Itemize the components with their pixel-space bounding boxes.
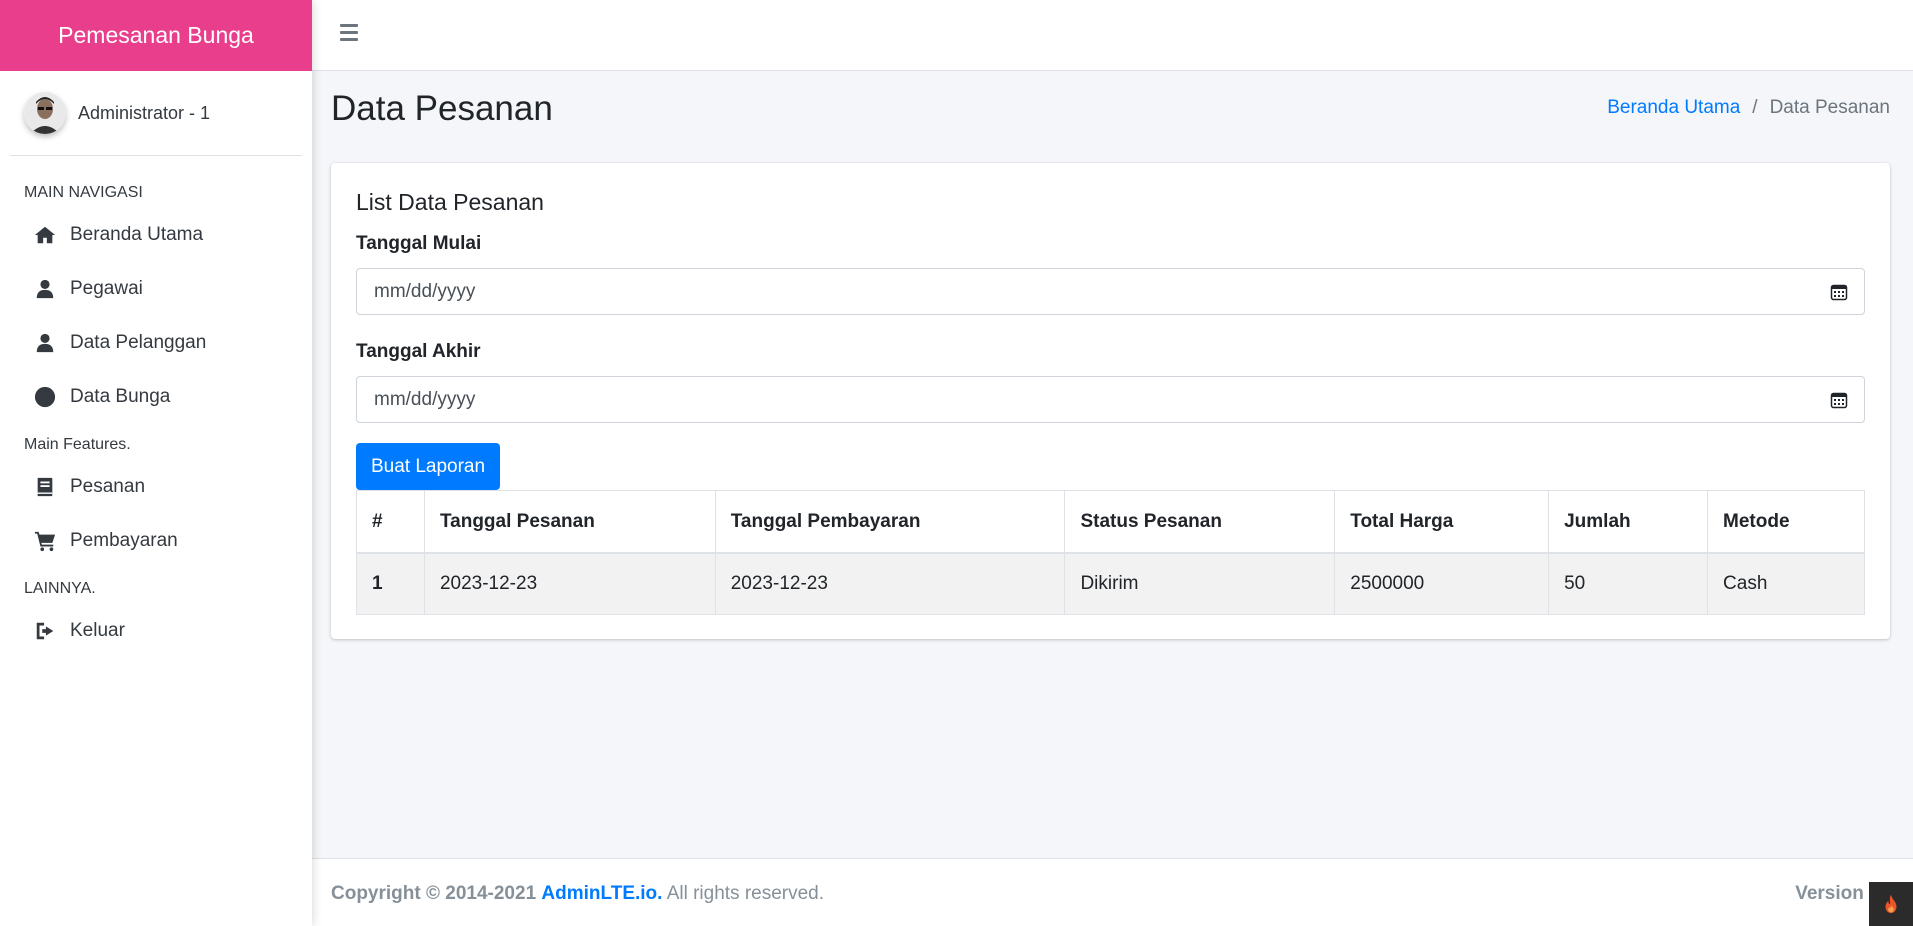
sidebar-item-label: Pesanan [70, 476, 146, 497]
circle-icon [34, 386, 56, 408]
column-header[interactable]: # [356, 490, 425, 554]
sidebar-item-pegawai[interactable]: Pegawai [0, 262, 312, 316]
sidebar-item-beranda-utama[interactable]: Beranda Utama [0, 208, 312, 262]
sidebar-item-label: Data Bunga [70, 386, 171, 407]
table-header-row: # Tanggal Pesanan Tanggal Pembayaran Sta… [356, 490, 1865, 554]
avatar [24, 92, 66, 134]
footer: Copyright © 2014-2021 AdminLTE.io. All r… [312, 858, 1913, 926]
user-icon [34, 332, 56, 354]
sidebar-item-label: Keluar [70, 620, 125, 641]
sidebar-item-label: Data Pelanggan [70, 332, 207, 353]
sidebar-item-data-bunga[interactable]: Data Bunga [0, 370, 312, 424]
cart-icon [34, 530, 56, 552]
breadcrumb-home-link[interactable]: Beranda Utama [1607, 97, 1740, 119]
brand-title: Pemesanan Bunga [58, 22, 254, 48]
column-header[interactable]: Metode [1707, 490, 1865, 554]
table-cell: Cash [1707, 552, 1865, 615]
start-date-placeholder: mm/dd/yyyy [374, 280, 476, 302]
home-icon [34, 224, 56, 246]
table-cell: 1 [356, 552, 425, 615]
user-panel: Administrator - 1 [10, 71, 302, 156]
adminlte-link[interactable]: AdminLTE.io. [541, 883, 662, 904]
create-report-button[interactable]: Buat Laporan [356, 443, 500, 490]
table-cell: 2500000 [1334, 552, 1550, 615]
calendar-icon[interactable] [1830, 283, 1848, 301]
sign-out-icon [34, 620, 56, 642]
book-icon [34, 476, 56, 498]
breadcrumb-current: Data Pesanan [1769, 97, 1890, 118]
version-label: Version [1795, 883, 1864, 904]
table-cell: 50 [1548, 552, 1709, 615]
table-cell: 2023-12-23 [714, 552, 1066, 615]
column-header[interactable]: Tanggal Pembayaran [714, 490, 1066, 554]
nav-header-lainnya: LAINNYA. [24, 580, 96, 597]
sidebar-item-keluar[interactable]: Keluar [0, 604, 312, 658]
card-title: List Data Pesanan [356, 189, 544, 215]
order-list-card: List Data Pesanan Tanggal Mulai mm/dd/yy… [331, 163, 1890, 639]
table-cell: 2023-12-23 [423, 552, 716, 615]
table-row: 1 2023-12-23 2023-12-23 Dikirim 2500000 … [356, 552, 1865, 615]
sidebar-item-pembayaran[interactable]: Pembayaran [0, 514, 312, 568]
sidebar-item-label: Pembayaran [70, 530, 178, 551]
breadcrumb-separator: / [1752, 97, 1758, 118]
sidebar: Pemesanan Bunga Administrator - 1 MAIN N… [0, 0, 312, 926]
column-header[interactable]: Total Harga [1334, 490, 1550, 554]
orders-table: # Tanggal Pesanan Tanggal Pembayaran Sta… [356, 490, 1865, 615]
start-date-label: Tanggal Mulai [356, 233, 482, 254]
sidebar-item-label: Beranda Utama [70, 224, 204, 245]
end-date-label: Tanggal Akhir [356, 341, 481, 362]
nav-header-main: MAIN NAVIGASI [24, 184, 143, 201]
page-title: Data Pesanan [331, 89, 553, 128]
flame-icon[interactable] [1869, 882, 1913, 926]
content-header: Data Pesanan Beranda Utama / Data Pesana… [312, 71, 1913, 161]
copyright-text: Copyright © 2014-2021 [331, 883, 537, 904]
brand-link[interactable]: Pemesanan Bunga [0, 0, 312, 71]
column-header[interactable]: Tanggal Pesanan [423, 490, 716, 554]
start-date-input[interactable]: mm/dd/yyyy [356, 268, 1865, 315]
user-icon [34, 278, 56, 300]
table-cell: Dikirim [1064, 552, 1336, 615]
column-header[interactable]: Status Pesanan [1064, 490, 1336, 554]
column-header[interactable]: Jumlah [1548, 490, 1709, 554]
menu-toggle-icon[interactable] [340, 24, 358, 45]
sidebar-item-pesanan[interactable]: Pesanan [0, 460, 312, 514]
breadcrumb: Beranda Utama / Data Pesanan [1607, 97, 1890, 119]
footer-copyright: Copyright © 2014-2021 AdminLTE.io. All r… [331, 883, 824, 905]
rights-text: All rights reserved. [666, 883, 825, 904]
user-name[interactable]: Administrator - 1 [78, 103, 210, 124]
calendar-icon[interactable] [1830, 391, 1848, 409]
end-date-placeholder: mm/dd/yyyy [374, 388, 476, 410]
nav-header-features: Main Features. [24, 436, 131, 453]
top-navbar [312, 0, 1913, 71]
sidebar-item-data-pelanggan[interactable]: Data Pelanggan [0, 316, 312, 370]
sidebar-item-label: Pegawai [70, 278, 143, 299]
end-date-input[interactable]: mm/dd/yyyy [356, 376, 1865, 423]
